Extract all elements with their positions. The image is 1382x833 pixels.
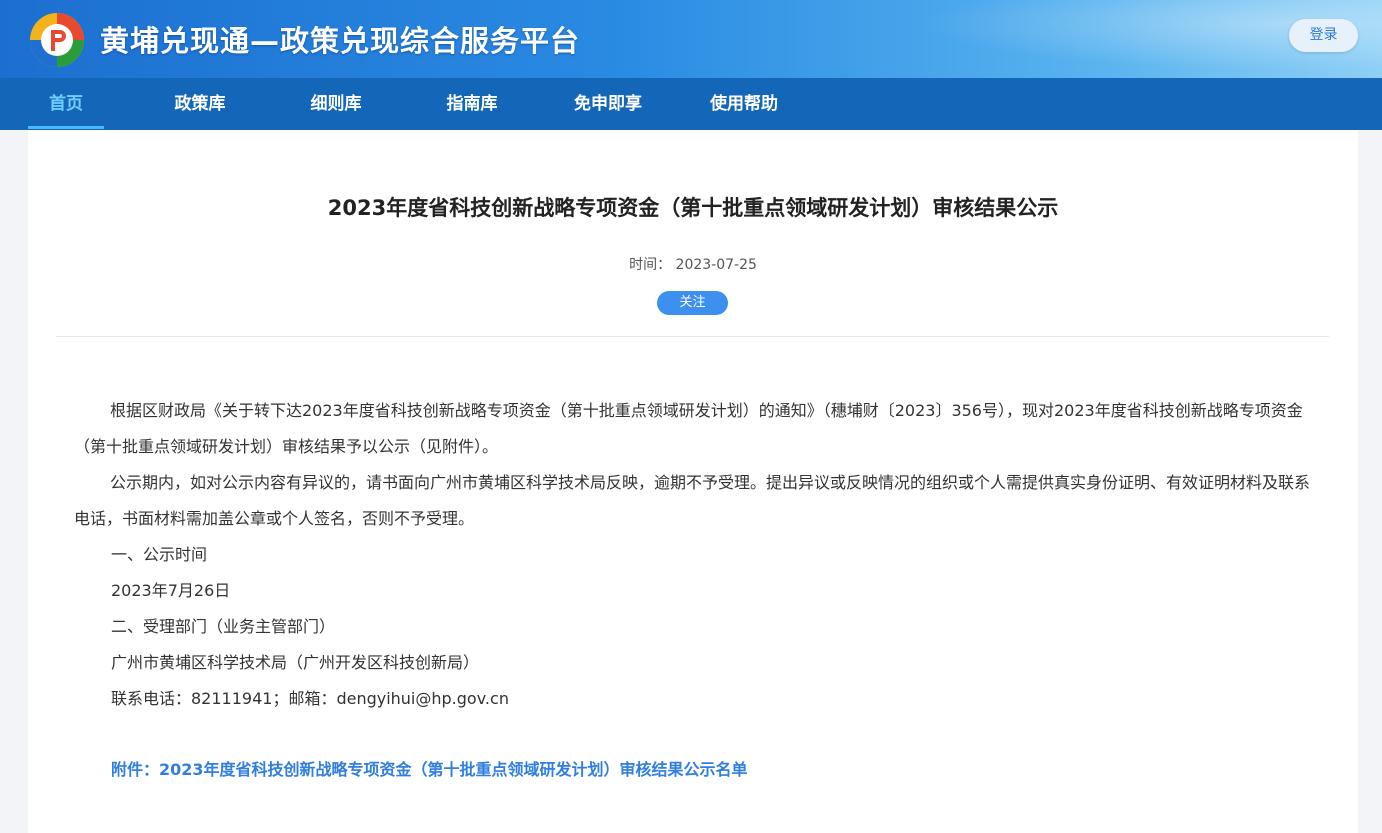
article-card: 2023年度省科技创新战略专项资金（第十批重点领域研发计划）审核结果公示 时间：… xyxy=(28,130,1358,833)
nav-item-policy-library[interactable]: 政策库 xyxy=(163,78,237,130)
main-nav: 首页 政策库 细则库 指南库 免申即享 使用帮助 xyxy=(0,78,1382,130)
department-name: 广州市黄埔区科学技术局（广州开发区科技创新局） xyxy=(111,653,480,672)
site-title: 黄埔兑现通—政策兑现综合服务平台 xyxy=(100,24,581,58)
time-label: 时间： xyxy=(629,257,672,273)
publish-date: 2023-07-25 xyxy=(675,257,757,273)
nav-active-indicator xyxy=(28,126,104,129)
nav-item-help[interactable]: 使用帮助 xyxy=(700,78,788,130)
contact-info: 联系电话：82111941；邮箱：dengyihui@hp.gov.cn xyxy=(111,689,509,708)
follow-button[interactable]: 关注 xyxy=(657,291,728,315)
section-heading-time: 一、公示时间 xyxy=(111,545,208,564)
article-meta: 时间： 2023-07-25 xyxy=(28,254,1358,274)
nav-item-guide-library[interactable]: 指南库 xyxy=(435,78,509,130)
publicity-date: 2023年7月26日 xyxy=(111,581,231,600)
site-header: 黄埔兑现通—政策兑现综合服务平台 xyxy=(0,0,1382,78)
login-button[interactable]: 登录 xyxy=(1289,19,1358,52)
nav-item-home[interactable]: 首页 xyxy=(28,78,104,130)
nav-item-exempt-application[interactable]: 免申即享 xyxy=(564,78,652,130)
hp-logo-icon[interactable] xyxy=(27,10,87,70)
article-body: 根据区财政局《关于转下达2023年度省科技创新战略专项资金（第十批重点领域研发计… xyxy=(74,393,1314,717)
section-heading-department: 二、受理部门（业务主管部门） xyxy=(111,617,336,636)
divider xyxy=(56,336,1329,337)
article-title: 2023年度省科技创新战略专项资金（第十批重点领域研发计划）审核结果公示 xyxy=(327,196,1059,220)
nav-item-rules-library[interactable]: 细则库 xyxy=(299,78,373,130)
body-paragraph: 公示期内，如对公示内容有异议的，请书面向广州市黄埔区科学技术局反映，逾期不予受理… xyxy=(74,473,1311,528)
attachment-link[interactable]: 附件：2023年度省科技创新战略专项资金（第十批重点领域研发计划）审核结果公示名… xyxy=(111,756,748,780)
body-paragraph: 根据区财政局《关于转下达2023年度省科技创新战略专项资金（第十批重点领域研发计… xyxy=(74,401,1303,456)
